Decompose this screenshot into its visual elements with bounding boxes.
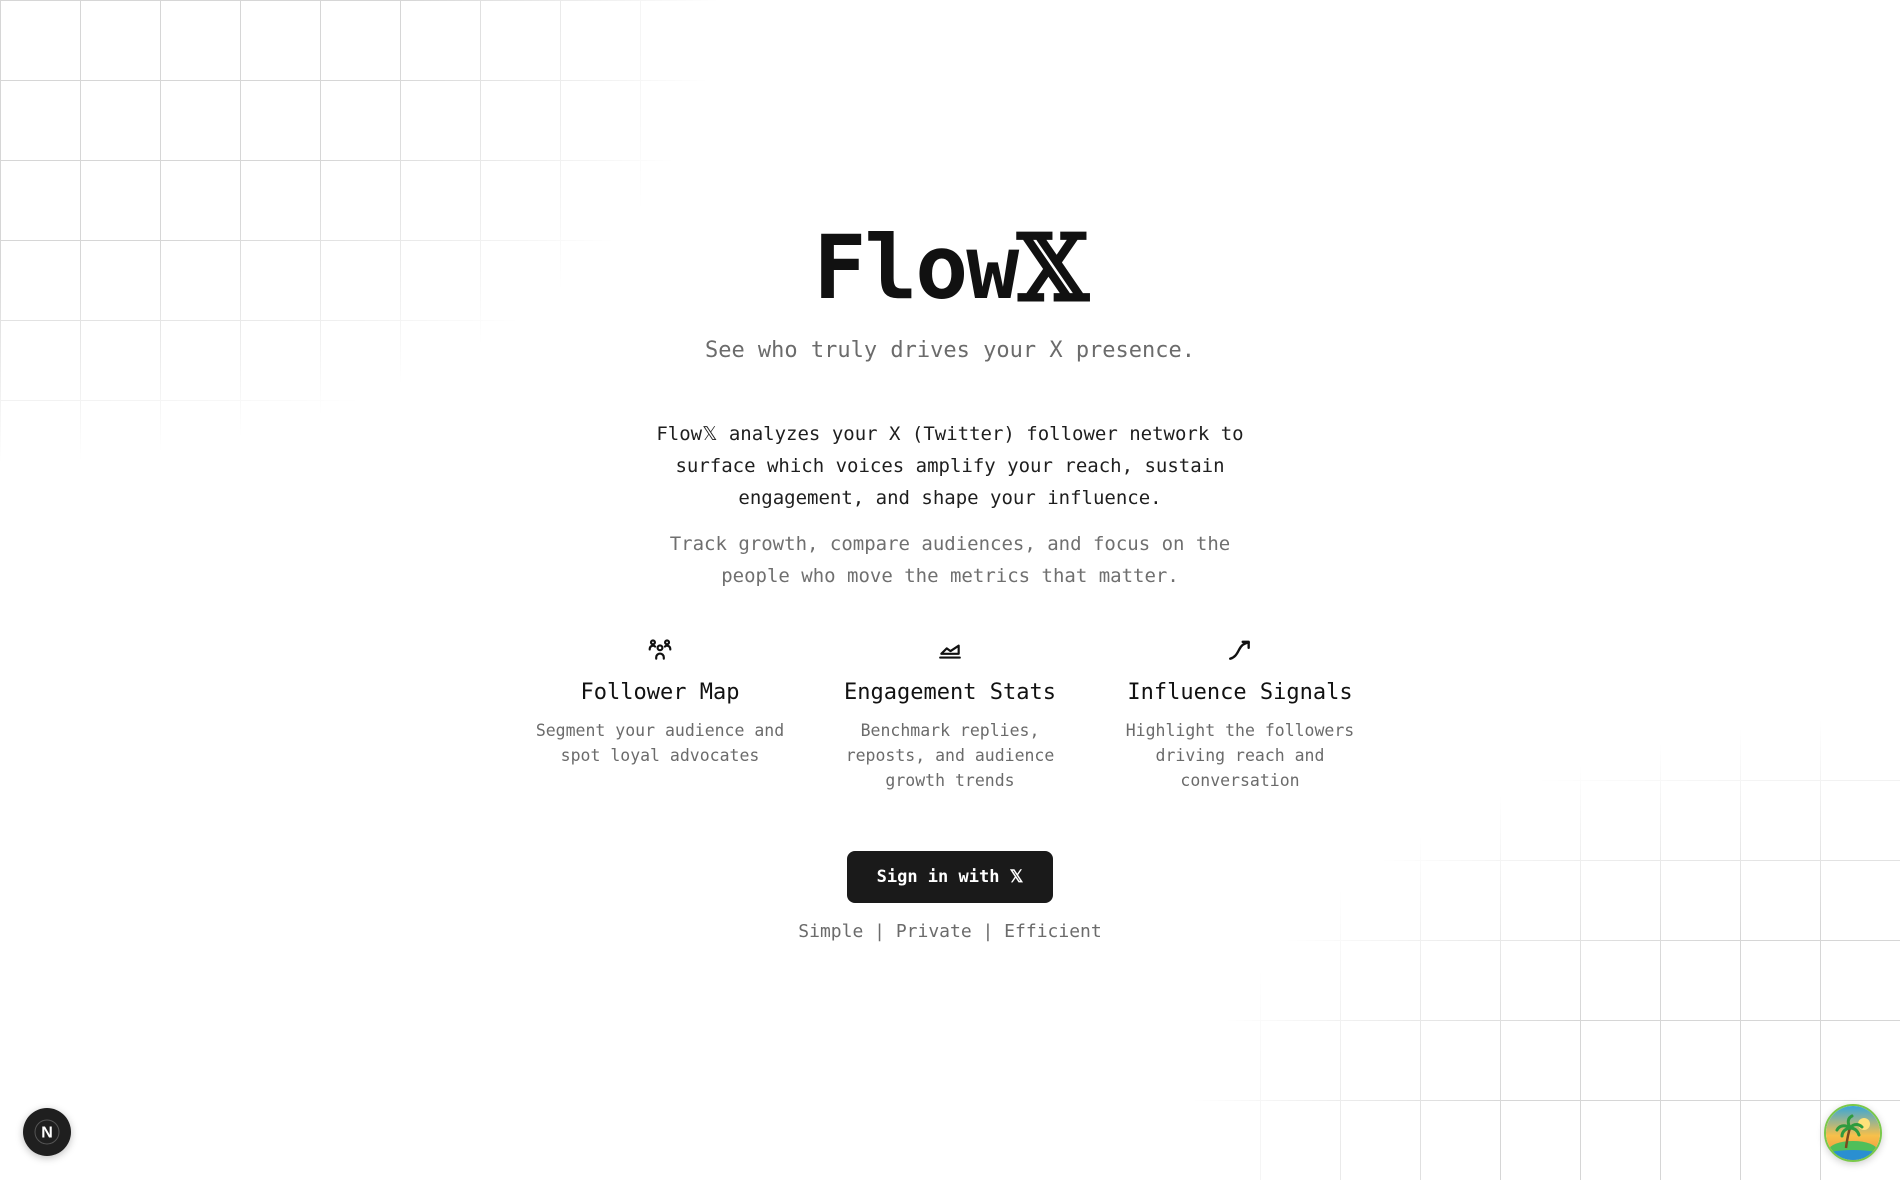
feature-list: Follower Map Segment your audience and s… xyxy=(530,636,1370,793)
app-title-x-logo: 𝕏 xyxy=(1017,214,1088,322)
feature-title: Engagement Stats xyxy=(844,680,1056,705)
area-chart-icon xyxy=(936,636,964,664)
nextjs-logo-letter: N xyxy=(41,1125,53,1142)
sign-in-with-x-button[interactable]: Sign in with 𝕏 xyxy=(846,851,1054,903)
feature-description: Benchmark replies, reposts, and audience… xyxy=(845,721,1055,790)
feature-title: Follower Map xyxy=(580,680,740,705)
feature-title: Influence Signals xyxy=(1127,680,1353,705)
nextjs-dev-badge[interactable]: N xyxy=(23,1108,71,1156)
intro-secondary: Track growth, compare audiences, and foc… xyxy=(669,533,1231,587)
app-title-prefix: Flow xyxy=(813,216,1019,319)
intro-description: Flow𝕏 analyzes your X (Twitter) follower… xyxy=(656,423,1244,509)
feature-follower-map: Follower Map Segment your audience and s… xyxy=(530,636,790,793)
footer-tagline: Simple | Private | Efficient xyxy=(798,921,1102,942)
feature-description: Segment your audience and spot loyal adv… xyxy=(535,721,785,765)
app-tagline: See who truly drives your X presence. xyxy=(704,338,1196,363)
nextjs-logo-icon: N xyxy=(34,1119,60,1145)
island-avatar-icon xyxy=(1826,1106,1880,1160)
feature-description: Highlight the followers driving reach an… xyxy=(1125,721,1355,790)
trending-up-icon xyxy=(1226,636,1254,664)
feature-engagement-stats: Engagement Stats Benchmark replies, repo… xyxy=(820,636,1080,793)
users-icon xyxy=(646,636,674,664)
landing-main: Flow 𝕏 See who truly drives your X presen… xyxy=(0,0,1900,945)
feature-influence-signals: Influence Signals Highlight the follower… xyxy=(1110,636,1370,793)
user-avatar[interactable] xyxy=(1824,1104,1882,1162)
app-title: Flow 𝕏 xyxy=(813,214,1088,322)
